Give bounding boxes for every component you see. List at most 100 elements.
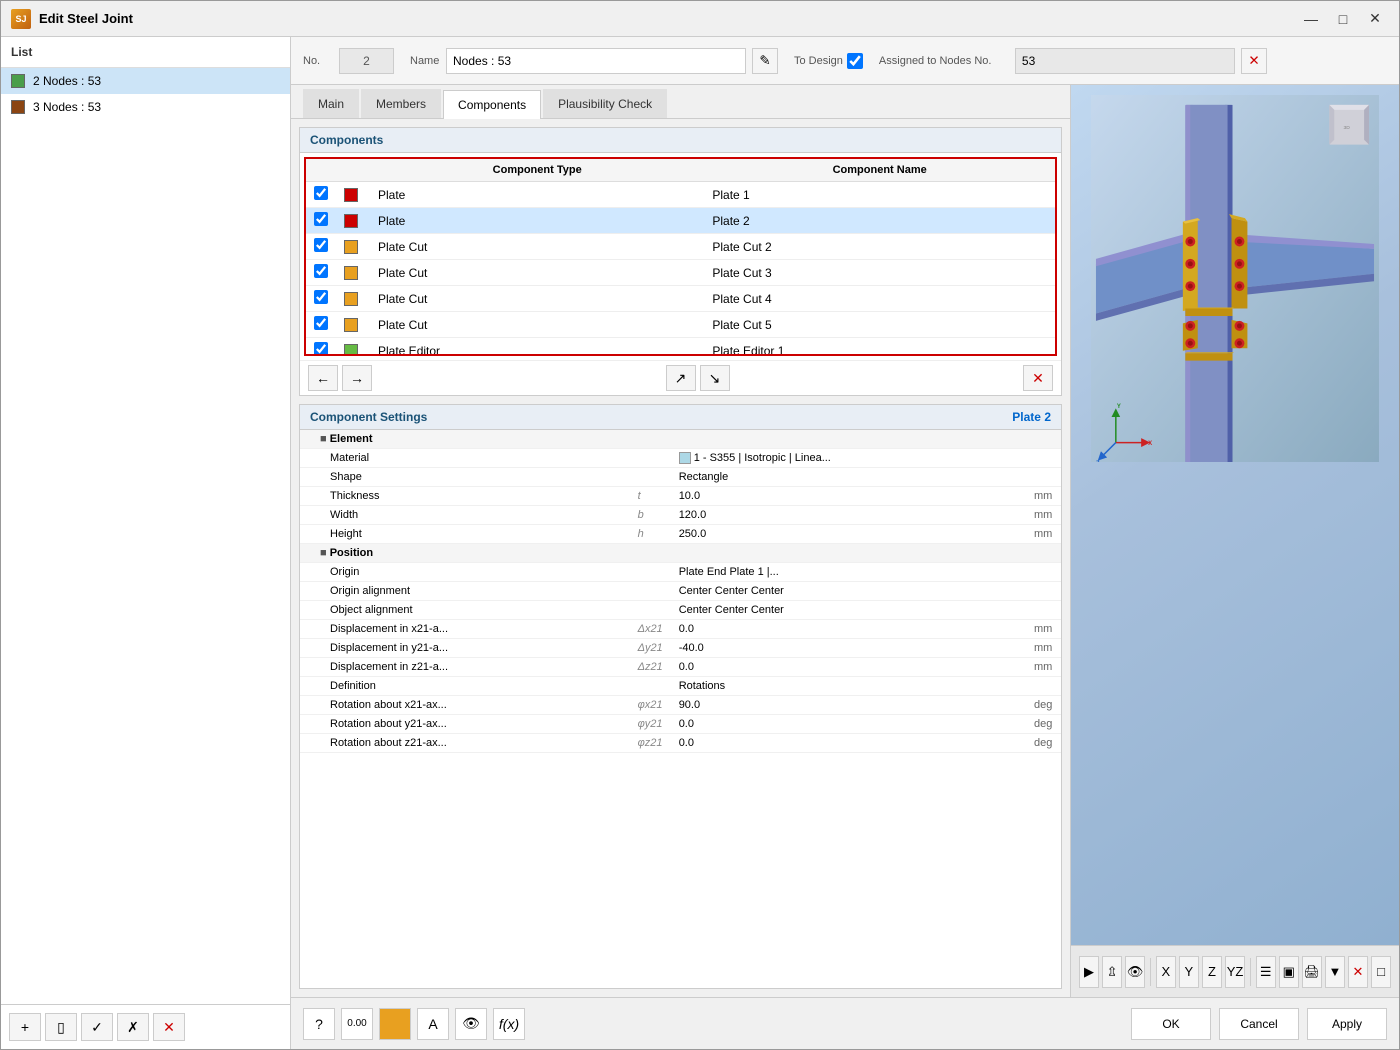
clear-assigned-button[interactable]: ✕ xyxy=(1241,48,1267,74)
list-item[interactable]: 2 Nodes : 53 xyxy=(1,68,290,94)
view-yz-button[interactable]: YZ xyxy=(1225,956,1245,988)
add-item-button[interactable]: + xyxy=(9,1013,41,1041)
setting-unit xyxy=(1026,582,1061,601)
bottom-left-tools: ? 0.00 A 👁 f(x) xyxy=(303,1008,525,1040)
comp-checkbox[interactable] xyxy=(314,238,328,252)
settings-group-row[interactable]: ■ Element xyxy=(300,430,1061,449)
settings-group-row[interactable]: ■ Position xyxy=(300,544,1061,563)
view-window-button[interactable]: □ xyxy=(1371,956,1391,988)
eye-button[interactable]: 👁 xyxy=(455,1008,487,1040)
view-canvas: 3D Y X Z xyxy=(1071,85,1399,945)
setting-unit: deg xyxy=(1026,715,1061,734)
cancel-button[interactable]: Cancel xyxy=(1219,1008,1299,1040)
import-button[interactable]: ↗ xyxy=(666,365,696,391)
table-row[interactable]: Plate Cut Plate Cut 2 xyxy=(306,234,1055,260)
view-panel: 3D Y X Z xyxy=(1071,85,1399,997)
view-dropdown-button[interactable]: ▼ xyxy=(1325,956,1345,988)
comp-color-swatch xyxy=(344,266,358,280)
setting-label: Displacement in z21-a... xyxy=(300,658,630,677)
view-select-button[interactable]: ▶ xyxy=(1079,956,1099,988)
table-row[interactable]: Plate Editor Plate Editor 1 xyxy=(306,338,1055,355)
comp-checkbox[interactable] xyxy=(314,316,328,330)
table-row[interactable]: Plate Cut Plate Cut 4 xyxy=(306,286,1055,312)
setting-label: Displacement in x21-a... xyxy=(300,620,630,639)
text-button[interactable]: A xyxy=(417,1008,449,1040)
table-row[interactable]: Plate Cut Plate Cut 5 xyxy=(306,312,1055,338)
components-table-wrapper: Component Type Component Name Plate Plat… xyxy=(304,157,1057,356)
table-row[interactable]: Plate Cut Plate Cut 3 xyxy=(306,260,1055,286)
view-x-button[interactable]: X xyxy=(1156,956,1176,988)
setting-label: Rotation about y21-ax... xyxy=(300,715,630,734)
edit-name-button[interactable]: ✎ xyxy=(752,48,778,74)
zero-button[interactable]: 0.00 xyxy=(341,1008,373,1040)
close-button[interactable]: ✕ xyxy=(1361,8,1389,30)
3d-visualization: 3D Y X Z xyxy=(1091,95,1379,462)
tab-main[interactable]: Main xyxy=(303,89,359,118)
components-section: Components Component Type xyxy=(299,127,1062,396)
setting-unit: mm xyxy=(1026,487,1061,506)
setting-value: 90.0 xyxy=(671,696,1026,715)
formula-button[interactable]: f(x) xyxy=(493,1008,525,1040)
window-title: Edit Steel Joint xyxy=(39,11,133,26)
group-toggle[interactable]: ■ xyxy=(320,433,327,445)
settings-data-row: Definition Rotations xyxy=(300,677,1061,696)
maximize-button[interactable]: □ xyxy=(1329,8,1357,30)
settings-data-row: Height h 250.0 mm xyxy=(300,525,1061,544)
view-close-button[interactable]: ✕ xyxy=(1348,956,1368,988)
list-item-label: 3 Nodes : 53 xyxy=(33,100,101,114)
table-row[interactable]: Plate Plate 2 xyxy=(306,208,1055,234)
setting-unit xyxy=(1026,449,1061,468)
delete-item-button[interactable]: ✕ xyxy=(153,1013,185,1041)
view-y-button[interactable]: Y xyxy=(1179,956,1199,988)
table-row[interactable]: Plate Plate 1 xyxy=(306,182,1055,208)
help-button[interactable]: ? xyxy=(303,1008,335,1040)
assigned-input[interactable] xyxy=(1015,48,1235,74)
color-button[interactable] xyxy=(379,1008,411,1040)
comp-checkbox[interactable] xyxy=(314,264,328,278)
list-item[interactable]: 3 Nodes : 53 xyxy=(1,94,290,120)
minimize-button[interactable]: — xyxy=(1297,8,1325,30)
view-box-button[interactable]: ▣ xyxy=(1279,956,1299,988)
ok-button[interactable]: OK xyxy=(1131,1008,1211,1040)
settings-table: ■ Element Material 1 - S355 | Isotropic … xyxy=(300,430,1061,753)
setting-value: 1 - S355 | Isotropic | Linea... xyxy=(671,449,1026,468)
comp-checkbox[interactable] xyxy=(314,290,328,304)
setting-unit: deg xyxy=(1026,734,1061,753)
group-toggle[interactable]: ■ xyxy=(320,547,327,559)
move-up-button[interactable]: ← xyxy=(308,365,338,391)
name-input[interactable] xyxy=(446,48,746,74)
settings-data-row: Displacement in z21-a... Δz21 0.0 mm xyxy=(300,658,1061,677)
move-down-button[interactable]: → xyxy=(342,365,372,391)
assigned-label: Assigned to Nodes No. xyxy=(879,55,1009,67)
comp-checkbox[interactable] xyxy=(314,186,328,200)
view-print-button[interactable]: 🖨 xyxy=(1302,956,1322,988)
setting-value: Plate End Plate 1 |... xyxy=(671,563,1026,582)
export-button[interactable]: ↘ xyxy=(700,365,730,391)
view-z-button[interactable]: Z xyxy=(1202,956,1222,988)
view-move-button[interactable]: ⇫ xyxy=(1102,956,1122,988)
setting-sym xyxy=(630,449,671,468)
tab-plausibility[interactable]: Plausibility Check xyxy=(543,89,667,118)
components-table-scroll[interactable]: Component Type Component Name Plate Plat… xyxy=(306,159,1055,354)
comp-name-cell: Plate Cut 3 xyxy=(704,260,1055,286)
comp-checkbox[interactable] xyxy=(314,212,328,226)
view-eye-button[interactable]: 👁 xyxy=(1125,956,1145,988)
comp-checkbox[interactable] xyxy=(314,342,328,354)
no-input[interactable] xyxy=(339,48,394,74)
copy-item-button[interactable]: ▯ xyxy=(45,1013,77,1041)
tab-components[interactable]: Components xyxy=(443,90,541,119)
delete-comp-button[interactable]: ✕ xyxy=(1023,365,1053,391)
view-sep2 xyxy=(1250,958,1251,986)
view-layers-button[interactable]: ☰ xyxy=(1256,956,1276,988)
setting-label: Shape xyxy=(300,468,630,487)
title-bar: SJ Edit Steel Joint — □ ✕ xyxy=(1,1,1399,37)
setting-unit xyxy=(1026,563,1061,582)
setting-sym: φy21 xyxy=(630,715,671,734)
to-design-checkbox[interactable] xyxy=(847,53,863,69)
svg-text:X: X xyxy=(1148,441,1152,447)
apply-button[interactable]: Apply xyxy=(1307,1008,1387,1040)
tab-members[interactable]: Members xyxy=(361,89,441,118)
uncheck-button[interactable]: ✗ xyxy=(117,1013,149,1041)
comp-name-cell: Plate Cut 5 xyxy=(704,312,1055,338)
check-button[interactable]: ✓ xyxy=(81,1013,113,1041)
